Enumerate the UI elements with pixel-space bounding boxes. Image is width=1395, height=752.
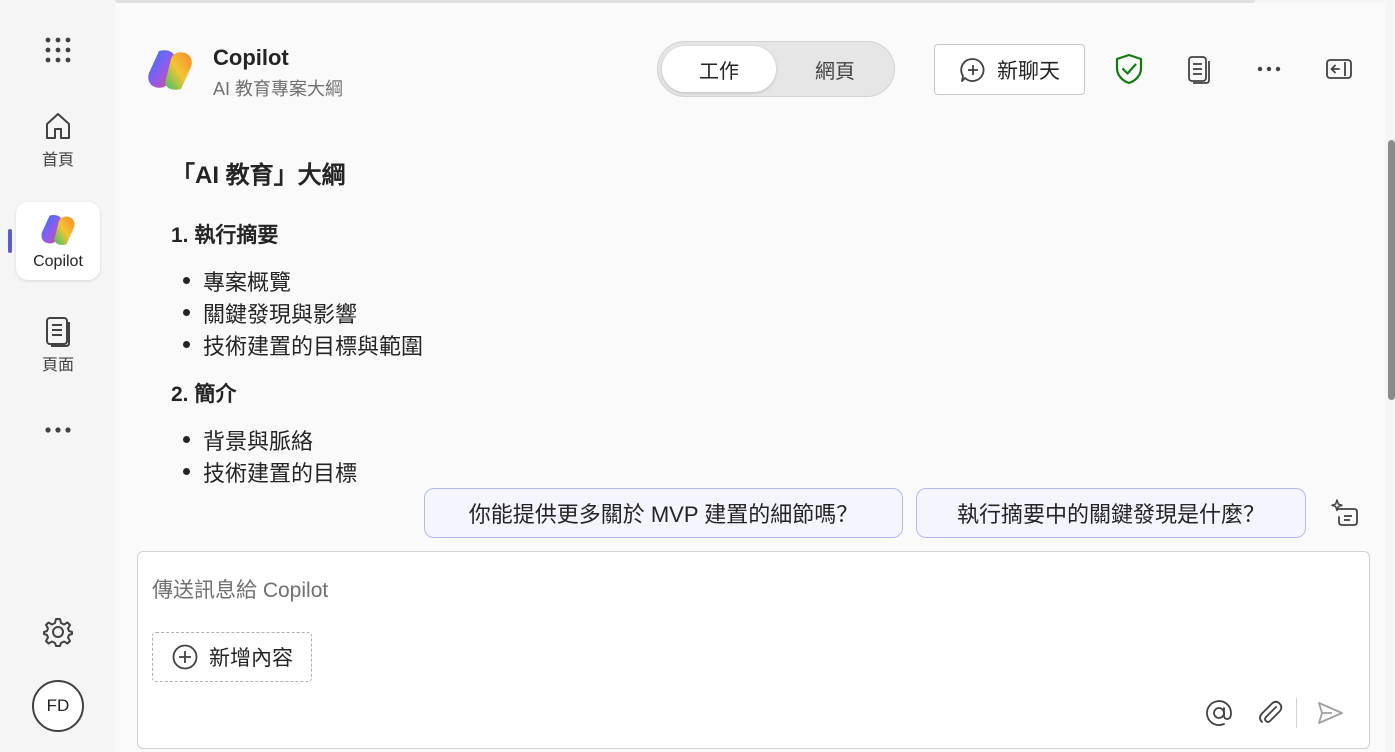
avatar[interactable]: FD [32,680,84,732]
new-chat-label: 新聊天 [997,59,1060,83]
panel-collapse-icon [1326,59,1352,79]
conversation-subtitle: AI 教育專案大綱 [213,79,344,99]
composer-divider [1296,698,1297,728]
suggestion-chip[interactable]: 你能提供更多關於 MVP 建置的細節嗎？ [424,488,903,538]
list-item: 技術建置的目標與範圍 [183,329,423,361]
list-item: 關鍵發現與影響 [183,297,357,329]
send-icon [1318,702,1343,724]
gear-icon [43,618,73,647]
rail-item-label: 頁面 [41,357,74,374]
paperclip-icon [1259,700,1283,723]
work-web-toggle: 工作 網頁 [657,41,895,97]
rail-more-button[interactable] [16,415,100,445]
shield-check-icon [1115,53,1143,85]
attach-button[interactable] [1255,698,1285,728]
add-circle-icon [172,644,198,670]
copilot-logo-icon [41,214,75,246]
rail-item-label: Copilot [33,253,83,270]
left-rail: 首頁 Copilot 頁面 FD [0,0,115,752]
prompt-suggestions-icon[interactable] [1329,497,1361,529]
outline-title: 「AI 教育」大綱 [171,162,346,189]
more-options-button[interactable] [1253,53,1285,85]
add-content-button[interactable]: 新增內容 [152,632,312,682]
message-input-placeholder[interactable]: 傳送訊息給 Copilot [152,574,328,604]
settings-button[interactable] [16,614,100,650]
rail-item-label: 首頁 [41,152,74,169]
at-mention-icon [1206,700,1232,726]
rail-item-home[interactable]: 首頁 [16,104,100,176]
list-item: 技術建置的目標 [183,456,357,488]
section-heading: 1. 執行摘要 [171,224,279,247]
list-item: 背景與脈絡 [183,424,313,456]
new-chat-button[interactable]: 新聊天 [934,44,1085,95]
suggestion-chip[interactable]: 執行摘要中的關鍵發現是什麼？ [916,488,1306,538]
rail-item-copilot[interactable]: Copilot [16,202,100,280]
collapse-panel-button[interactable] [1323,53,1355,85]
section-heading: 2. 簡介 [171,383,237,406]
app-window: 首頁 Copilot 頁面 FD Copilot AI 教育專案大綱 工作 網頁… [0,0,1395,752]
document-icon [1188,56,1210,84]
rail-item-pages[interactable]: 頁面 [16,310,100,380]
app-title: Copilot [213,45,289,70]
chat-add-icon [960,57,985,82]
more-horizontal-icon [1257,66,1281,72]
active-indicator [8,229,12,253]
more-horizontal-icon [45,427,71,433]
avatar-initials: FD [46,696,70,715]
scrollbar-thumb[interactable] [1388,140,1395,400]
waffle-icon [45,37,71,63]
pages-icon [46,317,70,347]
pages-button[interactable] [1183,53,1215,85]
app-launcher-button[interactable] [16,30,100,70]
copilot-logo-icon [148,50,192,90]
main-panel: Copilot AI 教育專案大綱 工作 網頁 新聊天 「AI 教育」大綱 1.… [115,3,1385,752]
list-item: 專案概覽 [183,265,291,297]
send-button[interactable] [1315,698,1345,728]
home-icon [46,113,70,139]
message-composer[interactable]: 傳送訊息給 Copilot 新增內容 [137,551,1370,749]
toggle-web[interactable]: 網頁 [778,46,892,92]
protection-shield-button[interactable] [1113,53,1145,85]
toggle-work[interactable]: 工作 [662,46,776,92]
mention-button[interactable] [1204,698,1234,728]
add-content-label: 新增內容 [209,647,293,670]
